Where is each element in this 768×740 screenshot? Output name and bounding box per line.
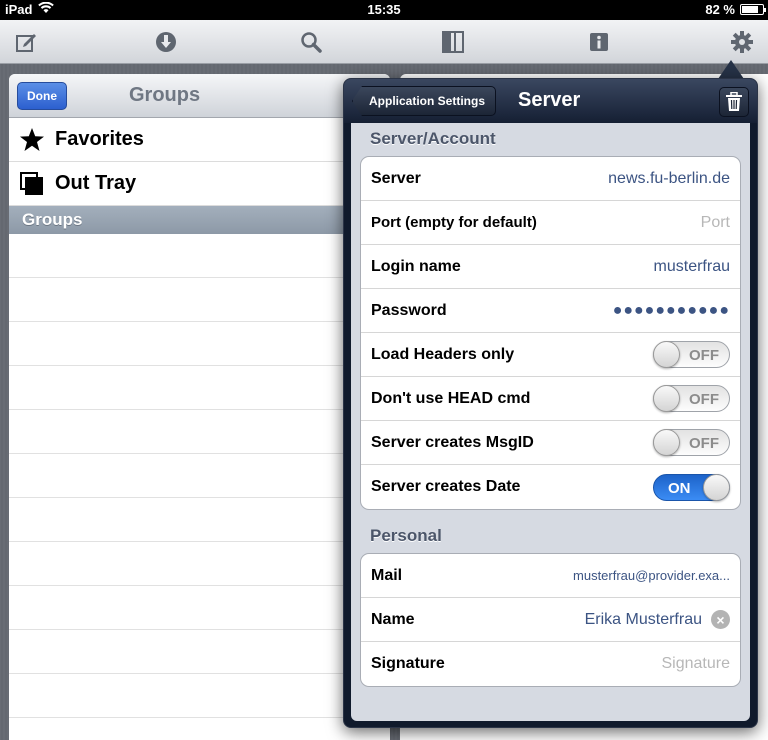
list-item — [9, 234, 390, 278]
trash-icon[interactable] — [719, 87, 749, 117]
port-label: Port (empty for default) — [371, 214, 537, 231]
list-item — [9, 718, 390, 740]
favorites-label: Favorites — [55, 128, 144, 150]
favorites-row[interactable]: Favorites — [9, 118, 390, 162]
out-tray-label: Out Tray — [55, 172, 137, 194]
out-tray-icon — [9, 171, 55, 197]
groups-nav-bar: Done Groups — [9, 74, 390, 118]
status-bar: iPad 15:35 82 % — [0, 0, 768, 20]
server-account-header: Server/Account — [370, 129, 496, 148]
server-value[interactable]: news.fu-berlin.de — [608, 170, 730, 188]
compose-icon[interactable] — [13, 29, 39, 55]
port-field[interactable]: Port — [701, 214, 730, 232]
clear-icon[interactable]: × — [711, 610, 730, 629]
date-toggle[interactable]: ON — [653, 473, 730, 501]
signature-label: Signature — [371, 655, 445, 672]
server-row[interactable]: Server news.fu-berlin.de — [361, 157, 740, 201]
split-view-icon[interactable] — [440, 29, 466, 55]
battery-percent: 82 % — [705, 2, 735, 17]
gear-icon[interactable] — [729, 29, 755, 55]
login-row[interactable]: Login name musterfrau — [361, 245, 740, 289]
list-item — [9, 586, 390, 630]
toggle-knob — [653, 429, 680, 456]
load-headers-toggle[interactable]: OFF — [653, 341, 730, 368]
list-item — [9, 366, 390, 410]
msgid-toggle[interactable]: OFF — [653, 429, 730, 456]
info-icon[interactable] — [586, 29, 612, 55]
main-toolbar — [0, 20, 768, 64]
date-label: Server creates Date — [371, 478, 521, 495]
groups-panel: Done Groups Favorites Out Tray Groups — [9, 74, 390, 740]
groups-title: Groups — [129, 84, 201, 106]
list-item — [9, 630, 390, 674]
name-value[interactable]: Erika Musterfrau — [585, 611, 702, 629]
signature-field[interactable]: Signature — [662, 655, 731, 673]
popover-title: Server — [518, 89, 581, 111]
mail-row[interactable]: Mail musterfrau@provider.exa... — [361, 554, 740, 598]
server-settings-popover: Application Settings Server Server/Accou… — [343, 78, 758, 728]
load-headers-row: Load Headers only OFF — [361, 333, 740, 377]
list-item — [9, 322, 390, 366]
list-item — [9, 542, 390, 586]
personal-group: Mail musterfrau@provider.exa... Name Eri… — [360, 553, 741, 687]
list-item — [9, 498, 390, 542]
application-settings-back-button[interactable]: Application Settings — [352, 86, 497, 116]
no-head-toggle[interactable]: OFF — [653, 385, 730, 412]
toggle-knob — [703, 473, 730, 501]
toggle-knob — [653, 341, 680, 368]
battery-icon — [740, 4, 766, 15]
mail-label: Mail — [371, 566, 403, 584]
list-item — [9, 278, 390, 322]
out-tray-row[interactable]: Out Tray — [9, 162, 390, 206]
name-row[interactable]: Name Erika Musterfrau × — [361, 598, 740, 642]
login-label: Login name — [371, 257, 461, 275]
msgid-label: Server creates MsgID — [371, 433, 534, 451]
name-label: Name — [371, 610, 415, 628]
clock: 15:35 — [367, 2, 401, 17]
toggle-knob — [653, 385, 680, 412]
signature-row[interactable]: Signature Signature — [361, 642, 740, 686]
popover-nav-bar: Application Settings Server — [344, 79, 757, 123]
popover-content: Server/Account Server news.fu-berlin.de … — [351, 123, 750, 721]
password-field[interactable]: ●●●●●●●●●●● — [613, 302, 730, 320]
search-icon[interactable] — [298, 29, 324, 55]
done-button[interactable]: Done — [17, 82, 67, 110]
no-head-label: Don't use HEAD cmd — [371, 389, 531, 407]
download-icon[interactable] — [153, 29, 179, 55]
mail-value[interactable]: musterfrau@provider.exa... — [573, 568, 730, 583]
server-account-group: Server news.fu-berlin.de Port (empty for… — [360, 156, 741, 510]
server-label: Server — [371, 169, 421, 187]
toggle-state: ON — [668, 479, 691, 497]
toggle-state: OFF — [689, 347, 719, 364]
date-row: Server creates Date ON — [361, 465, 740, 509]
star-icon — [9, 127, 55, 153]
msgid-row: Server creates MsgID OFF — [361, 421, 740, 465]
personal-header: Personal — [370, 526, 442, 545]
no-head-row: Don't use HEAD cmd OFF — [361, 377, 740, 421]
password-label: Password — [371, 301, 447, 319]
status-right: 82 % — [705, 2, 766, 17]
groups-section-header: Groups — [9, 206, 390, 234]
port-row[interactable]: Port (empty for default) Port — [361, 201, 740, 245]
toggle-state: OFF — [689, 391, 719, 408]
list-item — [9, 454, 390, 498]
list-item — [9, 410, 390, 454]
password-row[interactable]: Password ●●●●●●●●●●● — [361, 289, 740, 333]
list-item — [9, 674, 390, 718]
popover-arrow — [718, 60, 744, 79]
toggle-state: OFF — [689, 435, 719, 452]
load-headers-label: Load Headers only — [371, 345, 515, 363]
login-value[interactable]: musterfrau — [654, 258, 730, 276]
